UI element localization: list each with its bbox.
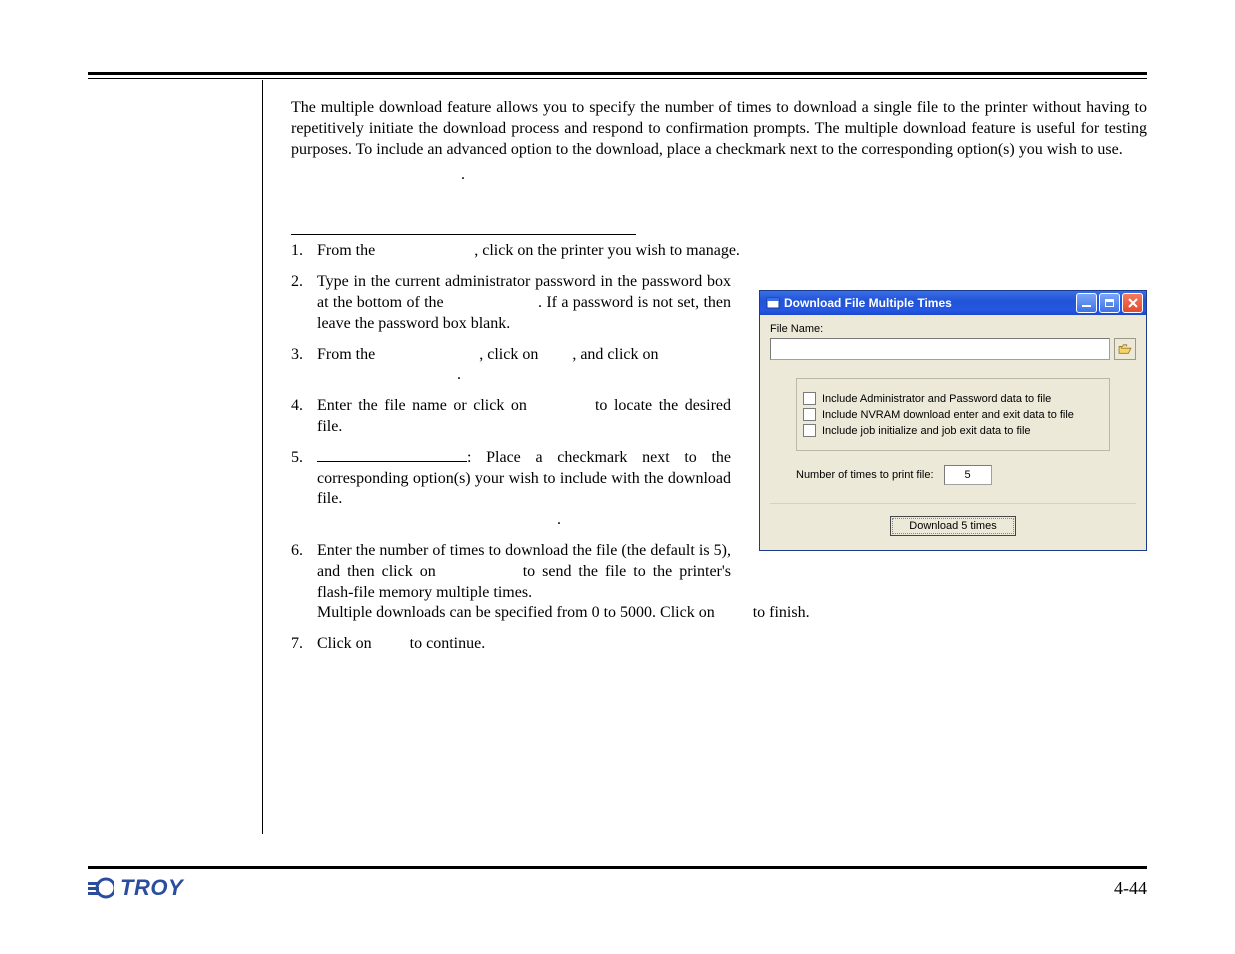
brand-logo: TROY	[88, 875, 183, 901]
app-icon	[766, 296, 780, 310]
close-button[interactable]	[1122, 293, 1143, 313]
maximize-button[interactable]	[1099, 293, 1120, 313]
step-7: 7. Click on to continue.	[291, 634, 731, 655]
step-6: 6. Enter the number of times to download…	[291, 541, 901, 624]
file-name-input[interactable]	[770, 338, 1110, 360]
page-number: 4-44	[1114, 878, 1147, 899]
step-4: 4. Enter the file name or click on to lo…	[291, 396, 731, 438]
option-admin-password[interactable]: Include Administrator and Password data …	[803, 392, 1101, 405]
checkbox-icon[interactable]	[803, 392, 816, 405]
option-job-init[interactable]: Include job initialize and job exit data…	[803, 424, 1101, 437]
download-button[interactable]: Download 5 times	[890, 516, 1015, 536]
step-1: 1. From the , click on the printer you w…	[291, 241, 811, 262]
file-name-label: File Name:	[770, 323, 1136, 335]
step-2: 2. Type in the current administrator pas…	[291, 272, 731, 334]
browse-button[interactable]	[1114, 338, 1136, 360]
options-group: Include Administrator and Password data …	[796, 378, 1110, 451]
section-rule	[291, 234, 636, 235]
top-rule-thin	[88, 78, 1147, 79]
dialog-titlebar[interactable]: Download File Multiple Times	[760, 291, 1146, 315]
page-footer: TROY 4-44	[88, 866, 1147, 924]
option-nvram[interactable]: Include NVRAM download enter and exit da…	[803, 408, 1101, 421]
intro-period: .	[291, 166, 1147, 184]
checkbox-icon[interactable]	[803, 424, 816, 437]
top-rule-thick	[88, 72, 1147, 75]
intro-paragraph: The multiple download feature allows you…	[291, 98, 1147, 160]
left-column	[88, 80, 263, 834]
minimize-button[interactable]	[1076, 293, 1097, 313]
step-5: 5. : Place a checkmark next to the corre…	[291, 448, 731, 531]
num-times-label: Number of times to print file:	[796, 469, 934, 481]
checkbox-icon[interactable]	[803, 408, 816, 421]
brand-mark-icon	[88, 876, 114, 900]
num-times-input[interactable]	[944, 465, 992, 485]
dialog-title: Download File Multiple Times	[784, 296, 1076, 310]
step-3: 3. From the , click on , and click on .	[291, 345, 731, 387]
folder-open-icon	[1118, 344, 1132, 355]
dialog-download-multiple: Download File Multiple Times File Name:	[759, 290, 1147, 551]
